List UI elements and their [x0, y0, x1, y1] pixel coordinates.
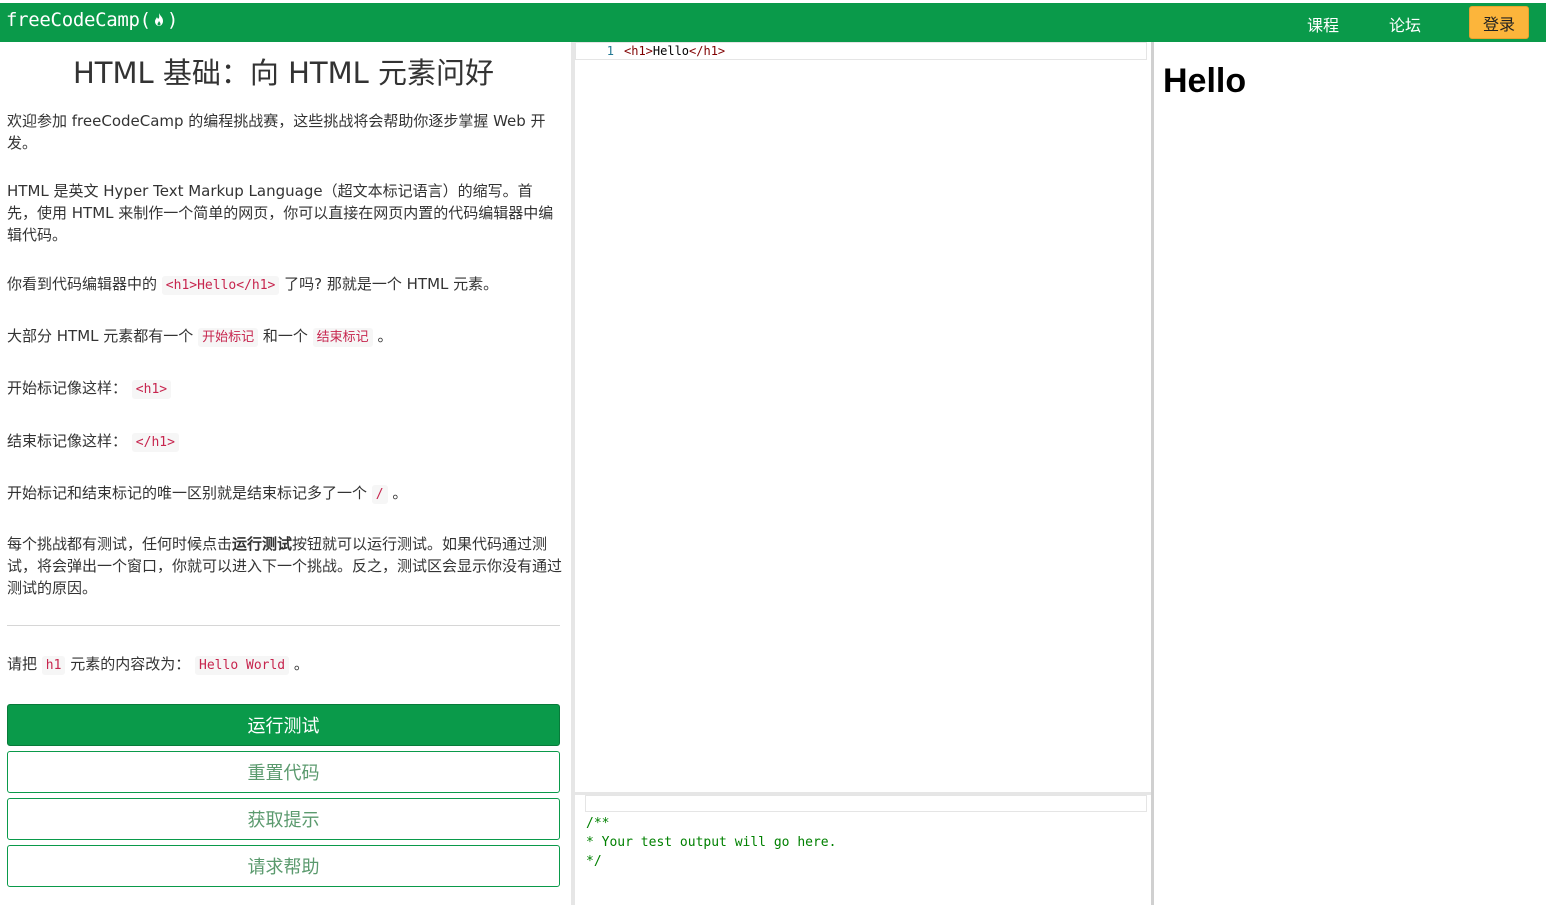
instruction-paragraph: 大部分 HTML 元素都有一个 开始标记 和一个 结束标记 。 [7, 325, 562, 349]
text-span: 和一个 [262, 327, 308, 345]
brand-text: freeCodeCamp( [6, 9, 151, 31]
task-description: 请把 h1 元素的内容改为： Hello World 。 [7, 653, 562, 677]
output-line-box [585, 795, 1147, 812]
run-tests-button[interactable]: 运行测试 [7, 704, 560, 746]
test-output-text: /** * Your test output will go here. */ [586, 816, 837, 869]
inline-code: <h1>Hello</h1> [161, 276, 280, 295]
brand-logo[interactable]: freeCodeCamp( ) [6, 9, 178, 31]
editor-line[interactable]: 1 <h1>Hello</h1> [575, 42, 1147, 60]
flame-icon [154, 13, 163, 26]
text-span: 元素的内容改为： [70, 655, 191, 673]
text-span: 。 [392, 484, 408, 502]
instruction-paragraph: HTML 是英文 Hyper Text Markup Language（超文本标… [7, 182, 554, 244]
preview-heading: Hello [1163, 62, 1247, 100]
instruction-paragraph: 结束标记像这样： </h1> [7, 430, 562, 454]
code-line-text[interactable]: <h1>Hello</h1> [624, 43, 725, 59]
inline-code: <h1> [131, 380, 172, 399]
brand-text-close: ) [166, 9, 178, 31]
code-tag: </h1> [689, 44, 726, 58]
text-span: 大部分 HTML 元素都有一个 [7, 327, 194, 345]
inline-code: 结束标记 [312, 328, 373, 347]
login-button[interactable]: 登录 [1469, 6, 1529, 39]
text-span: 你看到代码编辑器中的 [7, 275, 158, 293]
instruction-paragraph: 开始标记像这样： <h1> [7, 377, 562, 401]
inline-code: / [371, 485, 388, 504]
bold-text: 运行测试 [232, 535, 293, 553]
inline-code: h1 [41, 656, 66, 675]
inline-code: Hello World [195, 656, 290, 675]
instruction-paragraph: 开始标记和结束标记的唯一区别就是结束标记多了一个 / 。 [7, 482, 562, 506]
text-span: 请把 [7, 655, 38, 673]
top-nav: freeCodeCamp( ) 课程 论坛 登录 [0, 0, 1546, 42]
inline-code: 开始标记 [198, 328, 259, 347]
ask-for-help-button[interactable]: 请求帮助 [7, 845, 560, 887]
text-span: 结束标记像这样： [7, 432, 128, 450]
preview-pane: Hello [1154, 42, 1546, 905]
reset-code-button[interactable]: 重置代码 [7, 751, 560, 793]
text-span: 开始标记像这样： [7, 379, 128, 397]
line-number: 1 [606, 44, 614, 58]
instruction-paragraph: 欢迎参加 freeCodeCamp 的编程挑战赛，这些挑战将会帮助你逐步掌握 W… [7, 112, 546, 152]
text-span: 。 [293, 655, 309, 673]
text-span: 。 [377, 327, 393, 345]
instruction-paragraph: 每个挑战都有测试，任何时候点击运行测试按钮就可以运行测试。如果代码通过测试，将会… [7, 533, 562, 599]
get-hint-button[interactable]: 获取提示 [7, 798, 560, 840]
challenge-title: HTML 基础：向 HTML 元素问好 [72, 56, 495, 90]
nav-link-courses[interactable]: 课程 [1307, 12, 1339, 36]
nav-link-forum[interactable]: 论坛 [1389, 12, 1421, 36]
code-content: Hello [652, 44, 690, 58]
test-output-pane: /** * Your test output will go here. */ [575, 795, 1151, 905]
code-editor[interactable]: 1 <h1>Hello</h1> [575, 42, 1151, 792]
text-span: 每个挑战都有测试，任何时候点击 [7, 535, 233, 553]
inline-code: </h1> [131, 433, 179, 452]
text-span: 开始标记和结束标记的唯一区别就是结束标记多了一个 [7, 484, 368, 502]
text-span: 了吗? 那就是一个 HTML 元素。 [284, 275, 499, 293]
divider [7, 625, 560, 626]
instruction-paragraph: 你看到代码编辑器中的 <h1>Hello</h1> 了吗? 那就是一个 HTML… [7, 273, 562, 297]
code-tag: <h1> [624, 44, 653, 58]
instructions-pane: HTML 基础：向 HTML 元素问好 欢迎参加 freeCodeCamp 的编… [0, 42, 571, 905]
